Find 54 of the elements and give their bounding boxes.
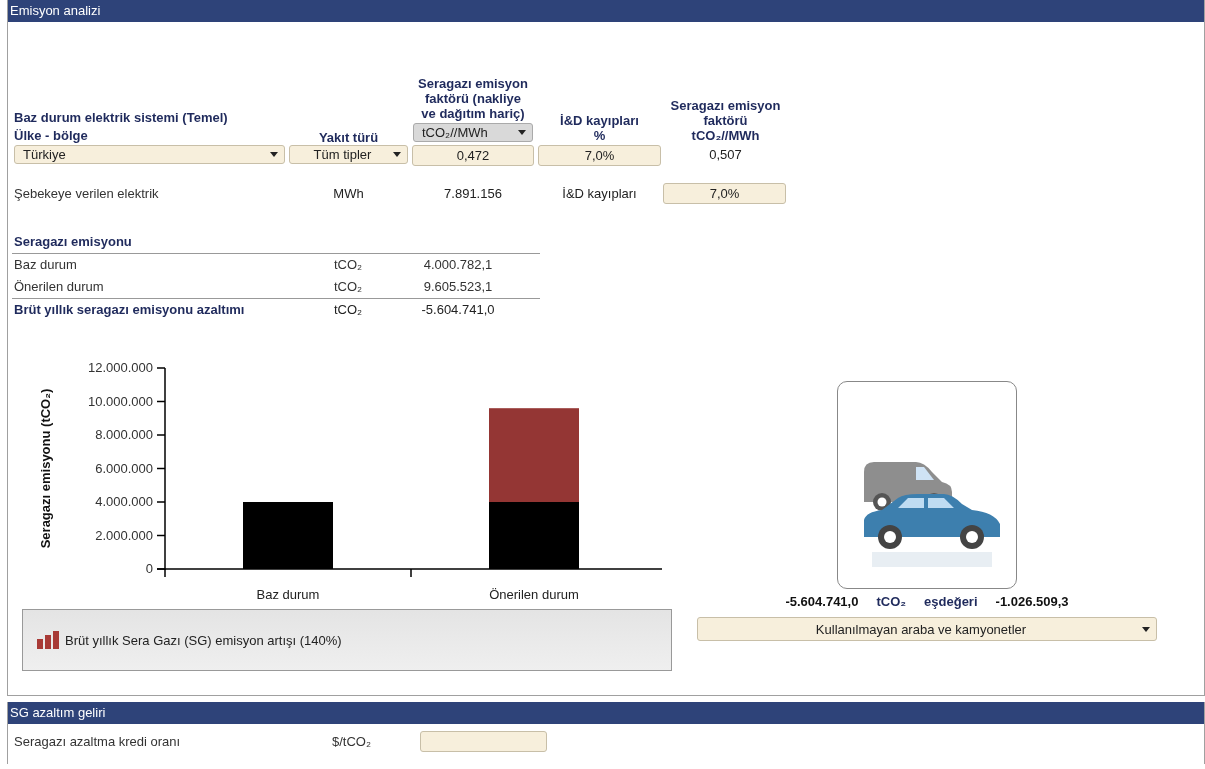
row-label: Baz durum [14,256,78,274]
equivalent-dropdown[interactable]: Kullanılmayan araba ve kamyonetler [697,617,1157,641]
caret-icon [1142,626,1150,632]
input-field[interactable]: 7,0% [663,183,786,204]
section-title: SG azaltım geliri [8,702,1204,724]
value-text: -5.604.741,0 [420,301,496,319]
unit-text: tCO₂ [334,278,364,296]
column-unit: % [593,128,606,143]
unit-text: MWh [332,185,365,203]
section-title: Emisyon analizi [8,0,1204,22]
category-label: Önerilen durum [489,587,579,602]
input-field[interactable] [420,730,547,752]
value-text: -1.026.509,3 [995,593,1069,611]
caret-icon [518,130,526,135]
tick-label: 8.000.000 [95,427,153,442]
fuel-dropdown[interactable]: Tüm tipler [289,145,408,164]
row-label: İ&D kayıpları [561,185,638,203]
section-heading: Seragazı emisyonu [12,234,540,254]
row-label: Önerilen durum [14,278,105,296]
column-header: Yakıt türü [318,130,379,145]
column-header: Ülke - bölge [14,128,88,143]
unit-text: $/tCO₂ [332,733,372,749]
input-field[interactable]: 7,0% [538,145,661,166]
row-label: Şebekeye verilen elektrik [13,185,160,203]
country-dropdown[interactable]: Türkiye [14,145,285,164]
table-heading: Baz durum elektrik sistemi (Temel) [14,110,228,125]
column-header: Seragazı emisyon faktörü (nakliye ve dağıtım hariç) [417,76,529,121]
tick-label: 2.000.000 [95,527,153,543]
tick-label: 6.000.000 [95,460,153,476]
legend-text: Brüt yıllık Sera Gazı (SG) emisyon artışı (140%) [65,632,342,648]
value-text: 7.891.156 [443,185,503,203]
input-field[interactable]: 0,472 [412,145,534,166]
column-unit: tCO₂//MWh [691,128,760,143]
column-header: İ&D kayıpları [560,113,639,128]
value-text: 9.605.523,1 [422,278,494,296]
value-text: 0,507 [708,146,743,164]
caret-icon [270,152,278,157]
row-label: Brüt yıllık seragazı emisyonu azaltımı [14,301,246,319]
value-text: 4.000.782,1 [422,256,494,274]
tick-label: 12.000.000 [87,360,153,375]
row-label: Seragazı azaltma kredi oranı [14,733,182,749]
unit-text: tCO₂ [334,256,364,274]
unit-dropdown[interactable]: tCO₂//MWh [413,123,533,142]
value-text: -5.604.741,0 [785,593,859,611]
axis-title: Seragazı emisyonu (tCO₂) [38,388,53,549]
caret-icon [393,152,401,157]
tick-label: 10.000.000 [87,393,153,409]
tick-label: 4.000.000 [95,494,153,509]
unit-text: tCO₂ [334,301,364,319]
bar-chart-icon [37,631,59,649]
unit-text: tCO₂ [876,593,907,611]
tick-label: 0 [145,561,153,576]
category-label: Baz durum [256,587,320,602]
label-text: eşdeğeri [924,593,978,611]
